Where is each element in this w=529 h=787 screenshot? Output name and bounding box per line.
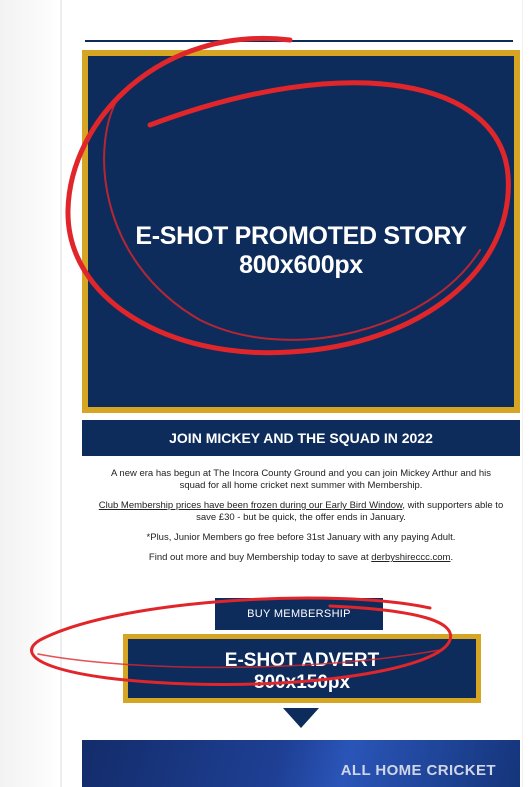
- document-edge-right: [522, 0, 523, 787]
- website-link[interactable]: derbyshireccc.com: [371, 552, 450, 563]
- paragraph-findout: Find out more and buy Membership today t…: [98, 552, 504, 564]
- buy-membership-button[interactable]: BUY MEMBERSHIP: [215, 598, 383, 630]
- early-bird-link[interactable]: Club Membership prices have been frozen …: [99, 500, 403, 511]
- page-shadow: [0, 0, 58, 787]
- promoted-story-size: 800x600px: [239, 251, 363, 279]
- chevron-down-icon: [283, 708, 319, 728]
- advert-placeholder[interactable]: E-SHOT ADVERT 800x150px: [123, 634, 481, 703]
- email-preview: E-SHOT PROMOTED STORY 800x600px JOIN MIC…: [82, 32, 520, 787]
- paragraph-intro: A new era has begun at The Incora County…: [110, 468, 492, 491]
- paragraph-junior: *Plus, Junior Members go free before 31s…: [146, 532, 456, 543]
- advert-title: E-SHOT ADVERT: [224, 650, 380, 671]
- findout-text: Find out more and buy Membership today t…: [148, 552, 372, 563]
- document-edge-left: [60, 0, 62, 787]
- section-heading: JOIN MICKEY AND THE SQUAD IN 2022: [82, 420, 520, 456]
- promoted-story-label: E-SHOT PROMOTED STORY 800x600px: [88, 222, 514, 280]
- findout-period: .: [450, 552, 454, 563]
- banner-text: ALL HOME CRICKET: [340, 762, 496, 779]
- advert-size: 800x150px: [253, 672, 351, 693]
- bottom-banner[interactable]: ALL HOME CRICKET: [82, 740, 520, 787]
- paragraph-prices: Club Membership prices have been frozen …: [98, 500, 504, 524]
- top-rule: [85, 40, 513, 42]
- promoted-story-placeholder[interactable]: E-SHOT PROMOTED STORY 800x600px: [82, 50, 520, 413]
- promoted-story-title: E-SHOT PROMOTED STORY: [135, 222, 467, 250]
- body-copy: A new era has begun at The Incora County…: [98, 468, 504, 572]
